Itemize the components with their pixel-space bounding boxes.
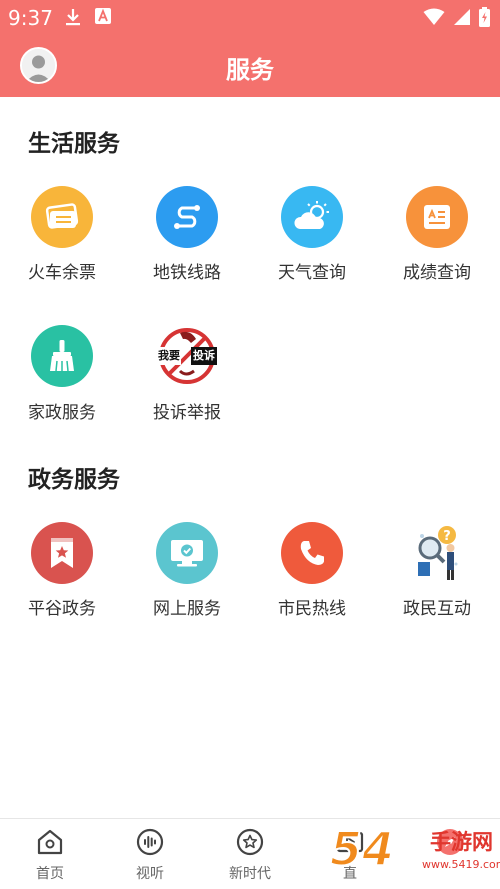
battery-icon bbox=[479, 7, 490, 32]
home-icon bbox=[35, 827, 65, 857]
service-score-query[interactable] bbox=[387, 186, 487, 248]
site-watermark: 54 手游网 www.5419.com bbox=[329, 821, 500, 888]
star-circle-icon bbox=[235, 827, 265, 857]
service-train-tickets[interactable] bbox=[12, 186, 112, 248]
complaint-badge-left: 我要 bbox=[157, 347, 181, 365]
service-label: 地铁线路 bbox=[153, 263, 221, 283]
status-bar: 9:37 bbox=[0, 0, 500, 34]
service-label: 市民热线 bbox=[278, 599, 346, 619]
audio-wave-icon bbox=[135, 827, 165, 857]
service-citizen-hotline[interactable] bbox=[262, 522, 362, 584]
service-subway-routes[interactable] bbox=[137, 186, 237, 248]
tab-label: 首页 bbox=[36, 866, 64, 882]
tab-label: 视听 bbox=[136, 866, 164, 882]
app-notification-icon bbox=[94, 7, 112, 30]
complaint-badge-right: 投诉 bbox=[191, 347, 217, 365]
svg-text:?: ? bbox=[443, 529, 451, 544]
download-icon bbox=[64, 7, 82, 32]
service-label: 火车余票 bbox=[28, 263, 96, 283]
header: 9:37 服务 bbox=[0, 0, 500, 97]
service-label: 平谷政务 bbox=[28, 599, 96, 619]
service-complaint-report[interactable]: 我要 投诉 bbox=[137, 325, 237, 387]
service-label: 天气查询 bbox=[278, 263, 346, 283]
broom-icon bbox=[31, 325, 93, 387]
signal-icon bbox=[453, 8, 471, 31]
service-label: 政民互动 bbox=[403, 599, 471, 619]
watermark-brand: 手游网 bbox=[430, 830, 493, 854]
service-housekeeping[interactable] bbox=[12, 325, 112, 387]
weather-icon bbox=[281, 186, 343, 248]
tab-new-era[interactable]: 新时代 bbox=[200, 819, 300, 889]
section-title-life: 生活服务 bbox=[28, 131, 120, 157]
service-pinggu-gov[interactable] bbox=[12, 522, 112, 584]
train-ticket-icon bbox=[31, 186, 93, 248]
magnifier-question-icon: ? bbox=[406, 522, 468, 584]
service-label: 家政服务 bbox=[28, 403, 96, 423]
monitor-check-icon bbox=[156, 522, 218, 584]
tab-audio-video[interactable]: 视听 bbox=[100, 819, 200, 889]
score-document-icon bbox=[406, 186, 468, 248]
tab-home[interactable]: 首页 bbox=[0, 819, 100, 889]
tab-label: 新时代 bbox=[229, 866, 271, 882]
service-online[interactable] bbox=[137, 522, 237, 584]
subway-route-icon bbox=[156, 186, 218, 248]
service-label: 成绩查询 bbox=[403, 263, 471, 283]
title-bar: 服务 bbox=[0, 34, 500, 97]
phone-icon bbox=[281, 522, 343, 584]
watermark-number: 54 bbox=[329, 821, 395, 877]
complaint-badge: 我要 投诉 bbox=[157, 347, 217, 365]
service-weather[interactable] bbox=[262, 186, 362, 248]
status-time: 9:37 bbox=[8, 6, 53, 30]
section-title-government: 政务服务 bbox=[28, 467, 120, 493]
service-gov-citizen-interaction[interactable]: ? bbox=[387, 522, 487, 584]
bookmark-star-icon bbox=[31, 522, 93, 584]
page-title: 服务 bbox=[226, 56, 274, 84]
wifi-icon bbox=[423, 8, 445, 31]
service-label: 网上服务 bbox=[153, 599, 221, 619]
watermark-domain: www.5419.com bbox=[422, 858, 500, 871]
service-label: 投诉举报 bbox=[153, 403, 221, 423]
